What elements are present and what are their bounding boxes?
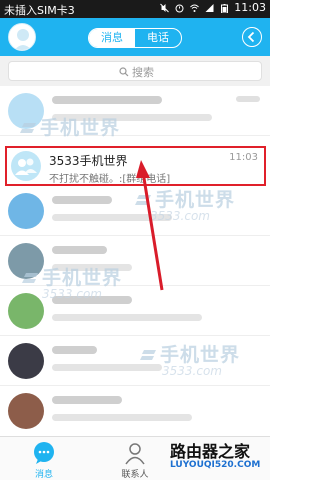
status-time: 11:03 [234, 1, 266, 14]
blurred-name [52, 96, 162, 104]
search-input[interactable]: 搜索 [8, 61, 262, 81]
mute-icon [160, 3, 170, 12]
bottom-tab-messages[interactable]: 消息 [4, 437, 84, 481]
alarm-icon [175, 4, 184, 12]
blurred-name [52, 246, 107, 254]
user-avatar-icon [14, 29, 32, 50]
tab-phone[interactable]: 电话 [135, 29, 181, 47]
corner-brand-watermark: 路由器之家 LUYOUQI520.COM [170, 438, 266, 478]
status-bar: 未插入SIM卡3 11:03 [0, 0, 270, 18]
blurred-name [52, 346, 97, 354]
group-icon [15, 158, 37, 175]
highlighted-conversation[interactable]: 3533手机世界 不打扰不触碰。:[群组电话] 11:03 [5, 146, 266, 186]
watermark-text: 手机世界 [140, 340, 240, 367]
chat-bubble-icon [34, 442, 54, 464]
avatar [8, 343, 44, 379]
tab-messages[interactable]: 消息 [89, 29, 135, 47]
message-phone-switch: 消息 电话 [88, 28, 182, 48]
search-icon [119, 67, 129, 77]
group-avatar [11, 151, 41, 181]
bottom-tab-messages-label: 消息 [34, 470, 53, 480]
watermark-url: 3533.com [42, 287, 102, 301]
signal-icon [205, 3, 214, 12]
watermark-text: 手机世界 [135, 185, 235, 212]
avatar [8, 293, 44, 329]
blurred-message [52, 314, 202, 321]
search-area: 搜索 [0, 56, 270, 86]
status-icons: 11:03 [159, 1, 266, 14]
watermark-text: 手机世界 [22, 263, 122, 290]
brand-title: 路由器之家 [170, 442, 251, 461]
top-header: 消息 电话 [0, 18, 270, 56]
brand-url: LUYOUQI520.COM [170, 460, 261, 470]
bottom-tab-contacts[interactable]: 联系人 [95, 437, 175, 481]
bottom-tab-contacts-label: 联系人 [121, 470, 149, 480]
list-item[interactable] [0, 386, 270, 436]
blurred-time [236, 96, 260, 102]
conversation-preview: 不打扰不触碰。:[群组电话] [49, 174, 171, 185]
carrier-text: 未插入SIM卡3 [4, 4, 75, 17]
blurred-message [52, 414, 192, 421]
chevron-left-icon [247, 31, 255, 43]
watermark-logo-icon [22, 272, 38, 283]
watermark-logo-icon [140, 349, 156, 360]
search-placeholder: 搜索 [132, 66, 154, 79]
contacts-icon [125, 443, 145, 465]
watermark-text: 手机世界 [20, 113, 120, 140]
blurred-name [52, 196, 112, 204]
watermark-logo-icon [20, 122, 36, 133]
profile-avatar[interactable] [8, 23, 36, 51]
list-item[interactable] [0, 286, 270, 336]
conversation-name: 3533手机世界 [49, 154, 128, 168]
search-placeholder-group: 搜索 [119, 64, 154, 80]
watermark-url: 3533.com [162, 364, 222, 378]
watermark-url: 3533.com [150, 209, 210, 223]
back-button[interactable] [242, 27, 262, 47]
battery-icon [221, 3, 229, 13]
avatar [8, 393, 44, 429]
wifi-icon [190, 4, 200, 12]
conversation-time: 11:03 [229, 152, 258, 163]
avatar [8, 193, 44, 229]
watermark-logo-icon [135, 194, 151, 205]
blurred-name [52, 396, 122, 404]
